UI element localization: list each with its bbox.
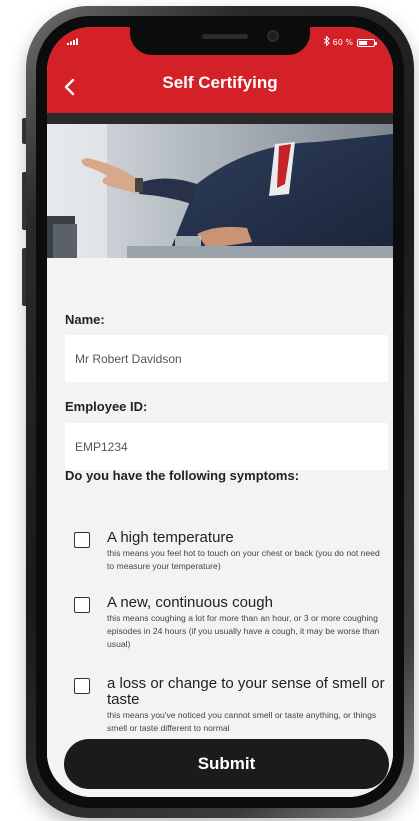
name-field[interactable]: Mr Robert Davidson [65, 335, 388, 382]
speaker-grille [202, 34, 248, 39]
symptom-description: this means you've noticed you cannot sme… [107, 710, 377, 733]
symptom-title: a loss or change to your sense of smell … [107, 675, 385, 708]
employee-id-field[interactable]: EMP1234 [65, 423, 388, 470]
battery-percentage: 60 % [332, 38, 353, 47]
self-certify-form: Name: Mr Robert Davidson Employee ID: EM… [47, 258, 393, 797]
phone-notch [130, 27, 310, 55]
symptom-text: A new, continuous cough this means cough… [107, 595, 385, 651]
signal-strength-icon [67, 37, 83, 47]
smell-taste-checkbox[interactable] [74, 678, 90, 694]
symptom-description: this means you feel hot to touch on your… [107, 548, 380, 571]
temperature-checkbox[interactable] [74, 532, 90, 548]
phone-screen: 60 % Self Certifying Name: Mr Robert Dav… [47, 27, 393, 797]
submit-button[interactable]: Submit [64, 739, 389, 789]
status-indicators: 60 % [323, 35, 377, 49]
symptom-title: A high temperature [107, 529, 234, 546]
employee-id-value: EMP1234 [75, 439, 128, 454]
bluetooth-icon [323, 35, 330, 49]
cough-checkbox[interactable] [74, 597, 90, 613]
symptom-text: A high temperature this means you feel h… [107, 530, 385, 573]
symptoms-question: Do you have the following symptoms: [65, 468, 300, 483]
page-title: Self Certifying [162, 73, 278, 92]
employee-id-label: Employee ID: [65, 399, 148, 414]
name-value: Mr Robert Davidson [75, 351, 182, 366]
app-header: 60 % Self Certifying [47, 27, 393, 115]
hero-image [47, 124, 393, 258]
symptom-title: A new, continuous cough [107, 594, 273, 611]
front-camera [267, 30, 279, 42]
symptom-description: this means coughing a lot for more than … [107, 613, 380, 649]
name-label: Name: [65, 312, 105, 327]
symptom-text: a loss or change to your sense of smell … [107, 676, 385, 735]
battery-icon [357, 38, 377, 47]
battery-level-fill [359, 40, 367, 45]
